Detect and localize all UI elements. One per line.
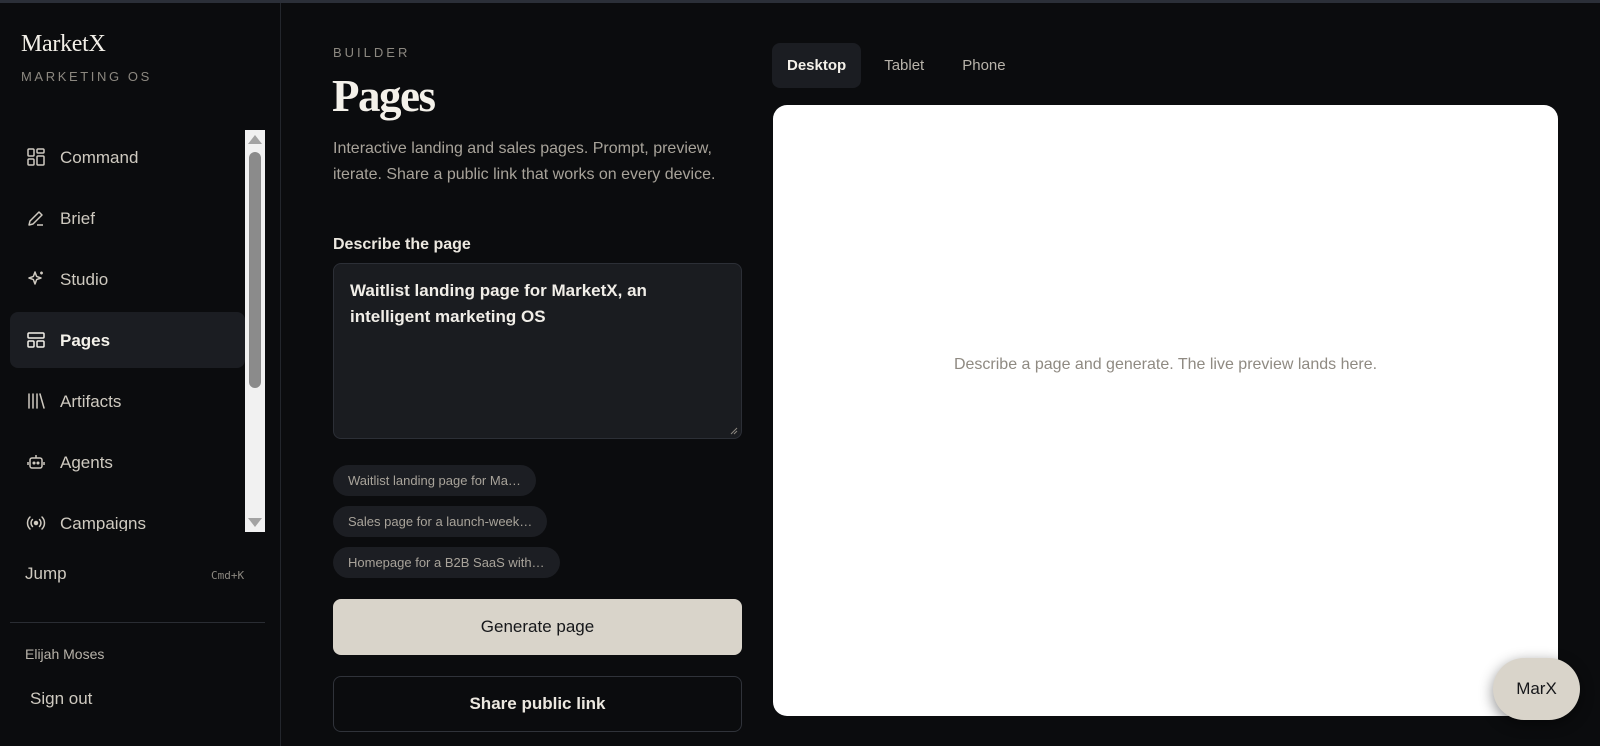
suggestion-chip[interactable]: Waitlist landing page for Ma… (333, 465, 536, 496)
sidebar-item-studio[interactable]: Studio (10, 251, 245, 307)
sidebar-item-label: Studio (60, 269, 109, 289)
tab-phone[interactable]: Phone (947, 43, 1020, 88)
robot-icon (27, 455, 45, 469)
scrollbar-thumb[interactable] (249, 152, 261, 388)
sparkle-icon (28, 271, 43, 285)
sidebar-item-pages[interactable]: Pages (10, 312, 245, 368)
sidebar-item-label: Artifacts (60, 391, 122, 411)
sidebar-nav: Command Brief Studio Pages Artifacts Age… (10, 129, 245, 531)
suggestion-chip[interactable]: Sales page for a launch-week… (333, 506, 548, 537)
prompt-label: Describe the page (333, 236, 471, 253)
sidebar-item-label: Command (60, 147, 139, 167)
sidebar-divider (10, 622, 265, 623)
generate-page-button[interactable]: Generate page (333, 599, 742, 655)
share-public-link-button[interactable]: Share public link (333, 676, 742, 732)
preview-canvas: Describe a page and generate. The live p… (773, 105, 1558, 716)
preview-empty-text: Describe a page and generate. The live p… (953, 356, 1378, 373)
prompt-textarea[interactable]: Waitlist landing page for MarketX, an in… (333, 263, 742, 439)
suggestion-chip[interactable]: Homepage for a B2B SaaS with… (333, 547, 560, 578)
sidebar-item-campaigns[interactable]: Campaigns (10, 495, 245, 531)
sidebar-item-brief[interactable]: Brief (10, 190, 245, 246)
sidebar: MarketX MARKETING OS Command Brief Studi… (0, 3, 281, 746)
sidebar-item-label: Pages (60, 330, 111, 350)
broadcast-icon (26, 516, 46, 530)
layout-icon (27, 332, 45, 348)
page-description: Interactive landing and sales pages. Pro… (333, 140, 716, 183)
sidebar-item-artifacts[interactable]: Artifacts (10, 373, 245, 429)
page-title: Pages (332, 71, 436, 121)
tab-tablet[interactable]: Tablet (869, 43, 939, 88)
sidebar-item-agents[interactable]: Agents (10, 434, 245, 490)
sidebar-item-label: Agents (60, 452, 113, 472)
sidebar-item-label: Brief (60, 208, 95, 228)
scroll-up-arrow-icon[interactable] (248, 135, 262, 144)
tab-desktop[interactable]: Desktop (772, 43, 862, 88)
user-name: Elijah Moses (25, 646, 105, 662)
sidebar-item-command[interactable]: Command (10, 129, 245, 185)
library-icon (28, 393, 45, 409)
resize-grip-icon[interactable] (730, 427, 738, 435)
assistant-button[interactable]: MarX (1493, 658, 1580, 720)
grid-icon (27, 148, 45, 166)
brand-subtitle: MARKETING OS (21, 69, 152, 84)
section-eyebrow: BUILDER (333, 45, 411, 60)
device-tabs: Desktop Tablet Phone (772, 43, 1021, 88)
pen-icon (28, 211, 43, 226)
jump-shortcut: Cmd+K (211, 569, 245, 582)
scroll-down-arrow-icon[interactable] (248, 518, 262, 527)
prompt-value: Waitlist landing page for MarketX, an in… (350, 281, 647, 326)
sidebar-item-label: Campaigns (60, 513, 146, 532)
jump-button[interactable]: Jump (25, 564, 67, 584)
sign-out-button[interactable]: Sign out (30, 689, 92, 709)
brand-name[interactable]: MarketX (21, 31, 106, 58)
sidebar-scrollbar[interactable] (245, 130, 265, 532)
